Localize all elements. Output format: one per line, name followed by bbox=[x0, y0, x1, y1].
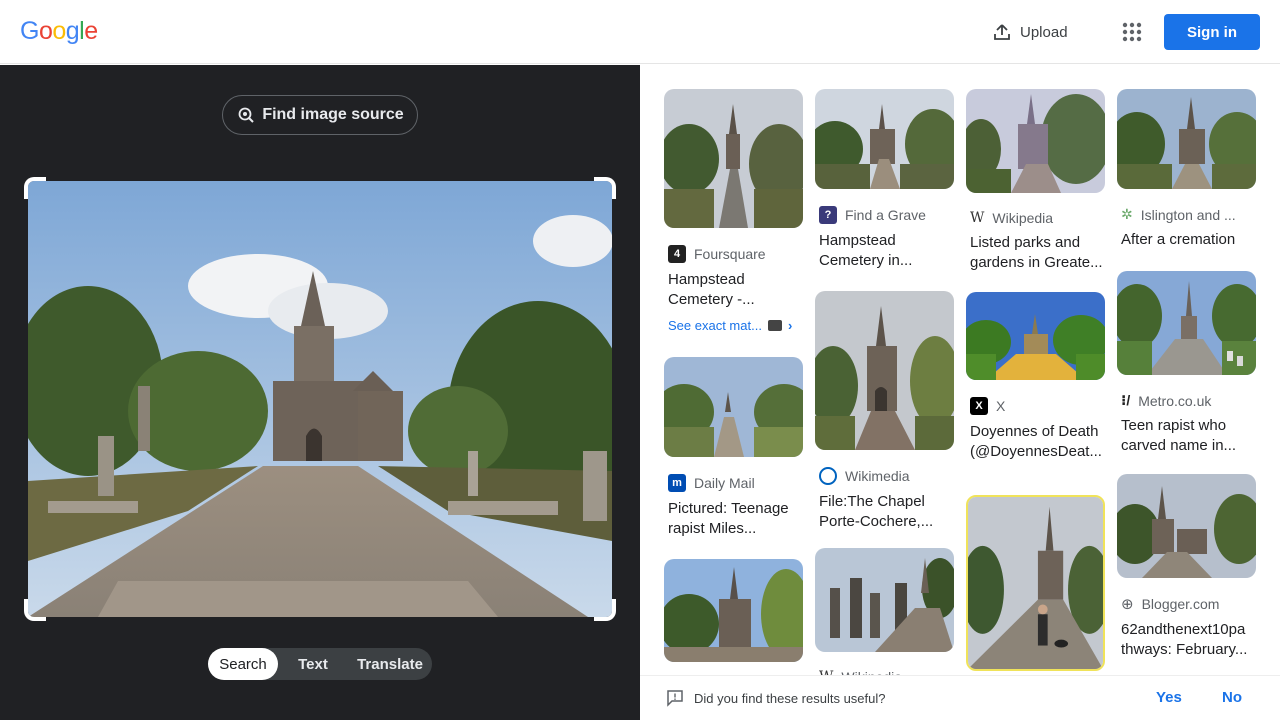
top-header: Google Upload Sign in bbox=[0, 0, 1280, 64]
feedback-no-button[interactable]: No bbox=[1222, 689, 1242, 706]
result-card[interactable]: W Wikipedia Listed parks and gardens in G… bbox=[961, 89, 1111, 273]
find-image-source-label: Find image source bbox=[262, 106, 404, 123]
crop-handle-top-left[interactable] bbox=[24, 177, 46, 199]
result-thumbnail[interactable] bbox=[961, 495, 1111, 671]
globe-icon: ⊕ bbox=[1121, 596, 1134, 613]
result-card[interactable]: WWikipedia bbox=[815, 548, 958, 675]
result-card[interactable]: m Daily Mail Pictured: Teenage rapist Mil… bbox=[654, 357, 814, 539]
result-title[interactable]: Teen rapist who carved name in... bbox=[1117, 416, 1256, 456]
result-title[interactable]: After a cremation bbox=[1117, 230, 1256, 270]
upload-button[interactable]: Upload bbox=[992, 20, 1068, 44]
lens-search-icon bbox=[238, 107, 255, 123]
daily-mail-icon: m bbox=[668, 474, 686, 492]
result-source: Metro.co.uk bbox=[1138, 392, 1212, 409]
camera-icon bbox=[767, 320, 782, 331]
query-image bbox=[28, 181, 612, 617]
chevron-right-icon: › bbox=[787, 318, 793, 333]
lens-query-panel: Find image source Search Text Translate bbox=[0, 65, 640, 720]
sun-flower-icon: ✲ bbox=[1121, 206, 1133, 222]
result-source: Foursquare bbox=[694, 246, 766, 262]
wikipedia-icon: W bbox=[970, 210, 985, 226]
result-card[interactable] bbox=[659, 559, 811, 667]
upload-icon bbox=[994, 24, 1010, 40]
result-source: Blogger.com bbox=[1141, 596, 1220, 612]
result-thumbnail[interactable] bbox=[1109, 89, 1265, 189]
wikimedia-icon bbox=[819, 467, 837, 485]
find-a-grave-icon: ? bbox=[819, 206, 837, 224]
apps-grid-icon[interactable] bbox=[1120, 20, 1144, 44]
result-card[interactable]: XX Doyennes of Death (@DoyennesDeat... bbox=[961, 292, 1109, 462]
result-thumbnail[interactable] bbox=[961, 89, 1111, 193]
result-thumbnail[interactable] bbox=[654, 357, 814, 457]
result-card[interactable]: Wikimedia File:The Chapel Porte-Cochere,… bbox=[808, 291, 960, 532]
result-thumbnail[interactable] bbox=[807, 89, 961, 189]
result-title[interactable]: File:The Chapel Porte-Cochere,... bbox=[815, 492, 954, 532]
result-title[interactable]: Pictured: Teenage rapist Miles... bbox=[664, 499, 803, 539]
crop-handle-top-right[interactable] bbox=[594, 177, 616, 199]
result-thumbnail[interactable] bbox=[961, 292, 1109, 380]
result-title[interactable]: Listed parks and gardens in Greate... bbox=[966, 233, 1105, 273]
tab-search[interactable]: Search bbox=[208, 648, 278, 680]
result-card[interactable]: ✲ Islington and ... After a cremation bbox=[1109, 89, 1265, 270]
result-card[interactable]: ? Find a Grave Hampstead Cemetery in... bbox=[807, 89, 961, 271]
result-thumbnail[interactable] bbox=[1110, 474, 1264, 578]
result-source: Wikimedia bbox=[845, 468, 910, 484]
find-image-source-button[interactable]: Find image source bbox=[222, 95, 418, 135]
feedback-question: Did you find these results useful? bbox=[694, 690, 886, 706]
visual-matches: 4 Foursquare Hampstead Cemetery -... See … bbox=[640, 65, 1280, 675]
result-card[interactable]: ⊕ Blogger.com 62andthenext10pa thways: Fe… bbox=[1110, 474, 1264, 660]
google-logo[interactable]: Google bbox=[20, 17, 98, 46]
result-title[interactable]: 62andthenext10pa thways: February... bbox=[1117, 620, 1256, 660]
see-exact-matches-link[interactable]: See exact mat... › bbox=[664, 318, 803, 333]
feedback-bar: Did you find these results useful? Yes N… bbox=[640, 675, 1280, 720]
result-title[interactable]: Doyennes of Death (@DoyennesDeat... bbox=[966, 422, 1105, 462]
result-thumbnail[interactable] bbox=[659, 559, 811, 662]
feedback-yes-button[interactable]: Yes bbox=[1156, 689, 1182, 706]
result-card[interactable] bbox=[961, 495, 1111, 675]
result-card[interactable]: 4 Foursquare Hampstead Cemetery -... See … bbox=[659, 89, 809, 333]
result-thumbnail[interactable] bbox=[659, 89, 809, 228]
tab-translate[interactable]: Translate bbox=[348, 648, 432, 680]
sign-in-button[interactable]: Sign in bbox=[1164, 14, 1260, 50]
upload-label: Upload bbox=[1020, 23, 1068, 41]
result-source: X bbox=[996, 398, 1006, 414]
result-source: Daily Mail bbox=[694, 475, 755, 491]
result-thumbnail[interactable] bbox=[815, 548, 958, 652]
result-title[interactable]: Hampstead Cemetery -... bbox=[664, 270, 803, 310]
crop-handle-bottom-right[interactable] bbox=[594, 599, 616, 621]
crop-selection[interactable] bbox=[24, 177, 616, 621]
lens-mode-switcher: Search Text Translate bbox=[208, 648, 432, 680]
metro-icon: ⁝/ bbox=[1121, 392, 1131, 408]
result-source: Islington and ... bbox=[1140, 206, 1236, 223]
feedback-icon bbox=[667, 690, 683, 707]
foursquare-icon: 4 bbox=[668, 245, 686, 263]
result-title[interactable]: Hampstead Cemetery in... bbox=[815, 231, 954, 271]
result-source: Find a Grave bbox=[845, 207, 926, 223]
crop-handle-bottom-left[interactable] bbox=[24, 599, 46, 621]
result-source: Wikipedia bbox=[992, 210, 1054, 226]
tab-text[interactable]: Text bbox=[278, 648, 348, 680]
result-thumbnail[interactable] bbox=[808, 291, 960, 450]
result-thumbnail[interactable] bbox=[1112, 271, 1262, 375]
result-card[interactable]: ⁝/ Metro.co.uk Teen rapist who carved nam… bbox=[1112, 271, 1262, 456]
x-logo-icon: X bbox=[970, 397, 988, 415]
